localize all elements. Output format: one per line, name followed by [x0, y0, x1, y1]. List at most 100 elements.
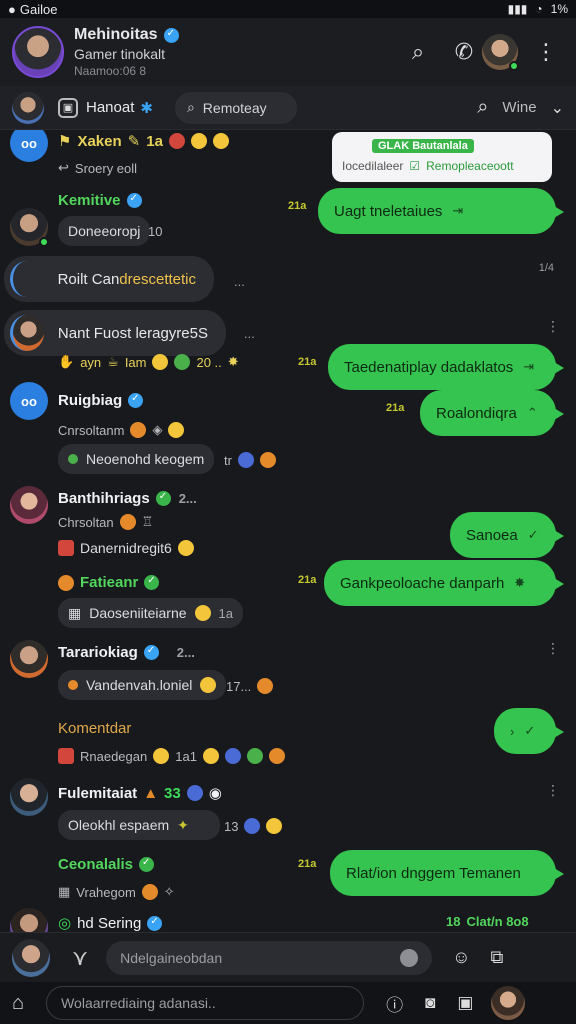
user-avatar[interactable]: [10, 486, 48, 524]
user-avatar[interactable]: oo: [10, 130, 48, 162]
message-bubble[interactable]: Neoenohd keogem: [58, 444, 215, 474]
search-placeholder: Remoteay: [202, 99, 267, 116]
cup-icon: ☕: [107, 354, 119, 369]
user-avatar[interactable]: [10, 908, 48, 932]
username[interactable]: Fulemitaiat ▲ 33 ◉: [58, 784, 222, 803]
online-indicator: [39, 237, 49, 247]
search-toggle-icon[interactable]: ⌕: [477, 96, 488, 119]
view-selector[interactable]: Wine: [502, 99, 536, 116]
outgoing-bubble[interactable]: Sanoea ✓: [450, 512, 564, 558]
user-avatar[interactable]: [12, 91, 44, 124]
badge-icon: [144, 575, 160, 590]
message-text: Daoseniiteiarne: [89, 605, 187, 621]
outgoing-bubble[interactable]: Rlat/ion dnggem Temanen: [330, 850, 564, 896]
call-icon[interactable]: ✆: [446, 34, 482, 70]
user-avatar[interactable]: [10, 208, 49, 247]
message-line: Cnrsoltanm: [58, 422, 125, 438]
username[interactable]: Fatieanr: [58, 574, 160, 591]
username[interactable]: Komentdar: [58, 720, 131, 737]
username[interactable]: ⚑ Xaken ✎ 1a: [58, 132, 229, 150]
username[interactable]: Tarariokiag 2...: [58, 644, 195, 661]
user-extra: 1a: [146, 132, 163, 150]
username[interactable]: Kemitive: [58, 192, 142, 209]
timestamp: 21a: [288, 200, 307, 212]
leaf-icon: [68, 454, 78, 464]
reaction-line: ✋ ayn ☕ Iam 20 .. ✸: [58, 354, 239, 370]
user-avatar[interactable]: [10, 640, 48, 678]
emoji-icon: [130, 422, 147, 438]
outgoing-bubble[interactable]: Gankpeoloache danparh ✸: [324, 560, 564, 606]
user-avatar[interactable]: oo: [10, 382, 48, 420]
settings-badge-icon[interactable]: ✱: [140, 99, 153, 117]
sticker-icon[interactable]: ⋎: [72, 945, 88, 971]
emoji-icon: [212, 133, 229, 149]
channel-name-text: Mehinoitas: [74, 26, 158, 43]
emoji-icon: [58, 574, 74, 591]
emoji-icon: [202, 748, 219, 764]
outgoing-bubble[interactable]: Roalondiqra ⌃: [420, 390, 564, 436]
header-titles: Mehinoitas Gamer tinokalt Naamoo:06 8: [74, 26, 390, 78]
pinned-message[interactable]: Roilt Can drescettetic: [4, 256, 214, 302]
message-bubble[interactable]: ▦ Daoseniiteiarne 1a: [58, 598, 243, 628]
search-field[interactable]: ⌕ Remoteay: [174, 91, 297, 124]
chevron-down-icon[interactable]: ⌄: [551, 98, 564, 118]
mic-icon[interactable]: [400, 948, 419, 967]
message-row: Roilt Can drescettetic ... 1/4: [0, 256, 576, 306]
message-bubble[interactable]: Doneeoropj: [58, 216, 151, 246]
kebab-icon[interactable]: ⋮: [546, 782, 560, 799]
home-icon[interactable]: ⌂: [12, 992, 24, 1015]
channel-name: Mehinoitas: [74, 26, 390, 44]
search-pill-icon: ⌕: [186, 99, 195, 115]
message-text: Doneeoropj: [68, 223, 141, 239]
whatsapp-icon: ◎: [58, 915, 72, 932]
bottom-nav: ⌂ Wolaarrediaing adanasi.. ⓘ ◙ ▣: [0, 982, 576, 1024]
message-input[interactable]: Ndelgaineobdan: [106, 940, 433, 975]
username[interactable]: ◎ hd Sering: [58, 914, 163, 932]
search-icon[interactable]: ⌕: [400, 34, 436, 70]
channel-avatar[interactable]: [12, 26, 64, 78]
username[interactable]: Banthihriags 2...: [58, 490, 197, 507]
timestamp: 21a: [386, 402, 405, 414]
username[interactable]: Ceonalalis: [58, 856, 155, 873]
group-label[interactable]: Hanoat: [86, 99, 134, 116]
profile-avatar[interactable]: [482, 34, 519, 71]
message-text: Neoenohd keogem: [86, 451, 205, 467]
message-line: Chrsoltan: [58, 514, 114, 530]
search-input[interactable]: Wolaarrediaing adanasi..: [46, 986, 365, 1020]
emoji-icon: [141, 884, 158, 900]
emoji-icon: [259, 452, 276, 468]
group-icon[interactable]: ▣: [58, 97, 78, 118]
robot-icon: ♖: [141, 514, 154, 529]
message-bubble[interactable]: Oleokhl espaem ✦: [58, 810, 220, 840]
outgoing-bubble[interactable]: › ✓: [494, 708, 564, 754]
channel-subtitle: Gamer tinokalt: [74, 46, 166, 62]
media-icon[interactable]: ▣: [457, 993, 473, 1013]
user-avatar: [10, 315, 44, 351]
emoji-icon: [174, 354, 191, 370]
message-text: Cnrsoltanm ◈: [58, 422, 185, 438]
message-list[interactable]: oo ⚑ Xaken ✎ 1a ↩ Sroery eoll GLAK Bauta…: [0, 130, 576, 932]
page-indicator: 1/4: [538, 262, 554, 274]
verified-icon: [147, 915, 163, 931]
more-icon[interactable]: ⋮: [528, 34, 564, 70]
outgoing-bubble[interactable]: Uagt tneletaiues ⇥: [318, 188, 564, 234]
user-avatar[interactable]: [10, 778, 48, 816]
reaction-text: 13: [224, 818, 239, 834]
emoji-icon: [190, 133, 207, 149]
info-icon[interactable]: ⓘ: [386, 991, 403, 1016]
kebab-icon[interactable]: ⋮: [546, 640, 560, 657]
more-dots: ...: [234, 274, 245, 289]
emoji-icon: [168, 422, 185, 438]
account-avatar[interactable]: [491, 986, 526, 1020]
message-bubble[interactable]: Vandenvah.loniel: [58, 670, 227, 700]
self-avatar[interactable]: [12, 938, 50, 977]
emoji-picker-icon[interactable]: ☺: [452, 947, 470, 968]
badge-icon: [155, 491, 171, 506]
emoji-icon: [246, 748, 263, 764]
link-preview-card[interactable]: GLAK Bautanlala Iocedilaleer ☑ Remopleac…: [332, 132, 552, 182]
attach-icon[interactable]: ⧉: [491, 947, 504, 968]
kebab-icon[interactable]: ⋮: [546, 318, 560, 335]
pinned-message[interactable]: Nant Fuost leragyre5S: [4, 310, 226, 356]
username[interactable]: Ruigbiag: [58, 392, 144, 409]
camera-icon[interactable]: ◙: [425, 993, 435, 1013]
